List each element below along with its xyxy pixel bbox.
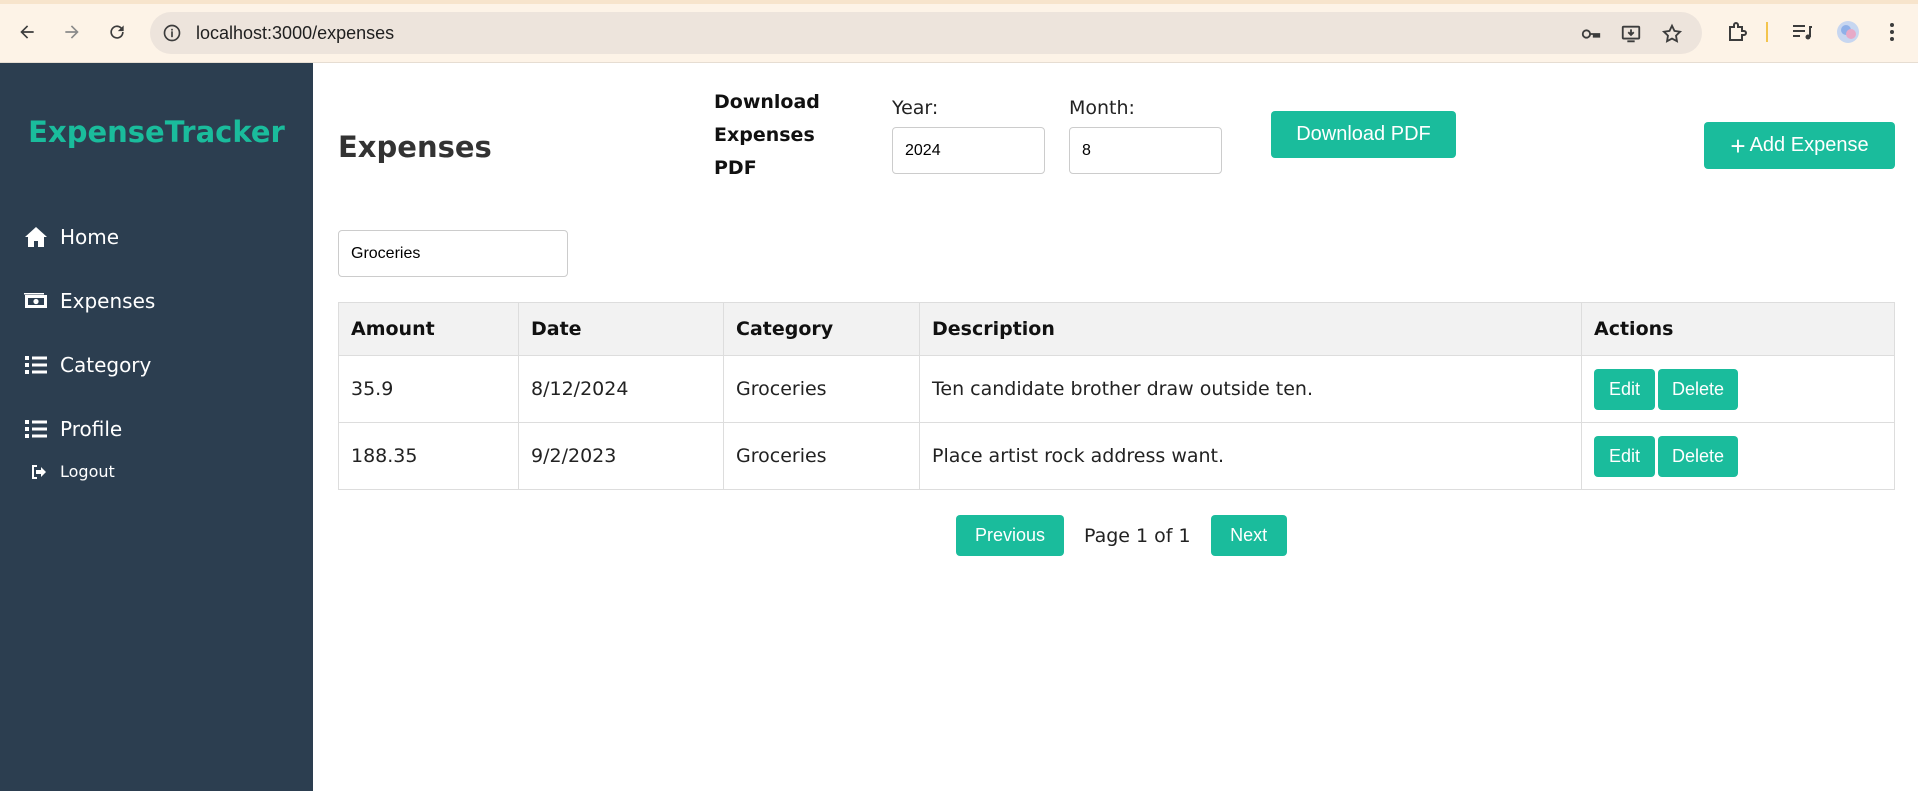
sidebar-item-label: Expenses bbox=[60, 289, 156, 313]
browser-toolbar: localhost:3000/expenses bbox=[0, 0, 1918, 63]
edit-button[interactable]: Edit bbox=[1594, 435, 1655, 477]
column-header-actions: Actions bbox=[1581, 302, 1895, 356]
sign-out-icon bbox=[32, 464, 46, 479]
sidebar-item-label: Home bbox=[60, 225, 120, 249]
plus-icon: + bbox=[1730, 130, 1746, 161]
cell-description: Place artist rock address want. bbox=[919, 422, 1582, 490]
media-control-icon[interactable] bbox=[1790, 20, 1814, 44]
brand-logo[interactable]: ExpenseTracker bbox=[0, 115, 313, 149]
sidebar-item-label: Profile bbox=[60, 417, 123, 441]
add-expense-label: Add Expense bbox=[1749, 134, 1869, 156]
download-pdf-label: Download Expenses PDF bbox=[714, 91, 820, 179]
table-row: 35.9 8/12/2024 Groceries Ten candidate b… bbox=[338, 355, 1895, 423]
column-header-category: Category bbox=[723, 302, 920, 356]
install-app-icon[interactable] bbox=[1620, 23, 1642, 45]
delete-button[interactable]: Delete bbox=[1658, 368, 1738, 410]
cell-actions: Edit Delete bbox=[1581, 355, 1895, 423]
money-icon bbox=[24, 293, 47, 308]
month-label: Month: bbox=[1069, 97, 1135, 119]
sidebar-item-home[interactable]: Home bbox=[24, 225, 119, 249]
edit-button[interactable]: Edit bbox=[1594, 368, 1655, 410]
cell-actions: Edit Delete bbox=[1581, 422, 1895, 490]
sidebar-item-category[interactable]: Category bbox=[24, 353, 151, 377]
search-input[interactable] bbox=[338, 230, 568, 277]
toolbar-divider bbox=[1766, 22, 1768, 42]
add-expense-button[interactable]: + Add Expense bbox=[1704, 122, 1895, 169]
menu-dots-icon[interactable] bbox=[1880, 20, 1904, 44]
forward-icon[interactable] bbox=[57, 17, 87, 47]
cell-date: 8/12/2024 bbox=[518, 355, 724, 423]
cell-amount: 35.9 bbox=[338, 355, 519, 423]
address-bar[interactable]: localhost:3000/expenses bbox=[150, 12, 1702, 54]
bookmark-star-icon[interactable] bbox=[1661, 23, 1683, 45]
page-title: Expenses bbox=[338, 130, 492, 164]
column-header-date: Date bbox=[518, 302, 724, 356]
cell-description: Ten candidate brother draw outside ten. bbox=[919, 355, 1582, 423]
cell-amount: 188.35 bbox=[338, 422, 519, 490]
download-pdf-button[interactable]: Download PDF bbox=[1271, 111, 1456, 158]
column-header-description: Description bbox=[919, 302, 1582, 356]
year-label: Year: bbox=[892, 97, 939, 119]
list-icon bbox=[25, 356, 47, 374]
sidebar-item-profile[interactable]: Profile bbox=[24, 417, 122, 441]
logout-label: Logout bbox=[60, 462, 115, 481]
year-input[interactable] bbox=[892, 127, 1045, 174]
month-input[interactable] bbox=[1069, 127, 1222, 174]
page-indicator: Page 1 of 1 bbox=[1084, 524, 1191, 547]
extensions-icon[interactable] bbox=[1725, 20, 1749, 44]
table-header-row: Amount Date Category Description Actions bbox=[338, 302, 1895, 356]
column-header-amount: Amount bbox=[338, 302, 519, 356]
reload-icon[interactable] bbox=[102, 17, 132, 47]
sidebar: ExpenseTracker Home Expenses Category Pr… bbox=[0, 63, 313, 791]
back-icon[interactable] bbox=[12, 17, 42, 47]
list-icon bbox=[25, 420, 47, 438]
logout-button[interactable]: Logout bbox=[30, 462, 115, 481]
cell-category: Groceries bbox=[723, 422, 920, 490]
next-page-button[interactable]: Next bbox=[1210, 515, 1287, 556]
sidebar-item-label: Category bbox=[60, 353, 152, 377]
url-text[interactable]: localhost:3000/expenses bbox=[196, 23, 394, 44]
password-key-icon[interactable] bbox=[1580, 23, 1602, 45]
cell-category: Groceries bbox=[723, 355, 920, 423]
profile-avatar-icon[interactable] bbox=[1836, 20, 1860, 44]
table-row: 188.35 9/2/2023 Groceries Place artist r… bbox=[338, 422, 1895, 490]
info-icon[interactable] bbox=[162, 23, 182, 43]
tab-strip bbox=[0, 0, 1918, 4]
sidebar-item-expenses[interactable]: Expenses bbox=[24, 289, 155, 313]
home-icon bbox=[25, 227, 47, 247]
previous-page-button[interactable]: Previous bbox=[956, 515, 1064, 556]
expenses-table: Amount Date Category Description Actions… bbox=[338, 302, 1895, 490]
pagination: Previous Page 1 of 1 Next bbox=[956, 515, 1287, 556]
cell-date: 9/2/2023 bbox=[518, 422, 724, 490]
delete-button[interactable]: Delete bbox=[1658, 435, 1738, 477]
